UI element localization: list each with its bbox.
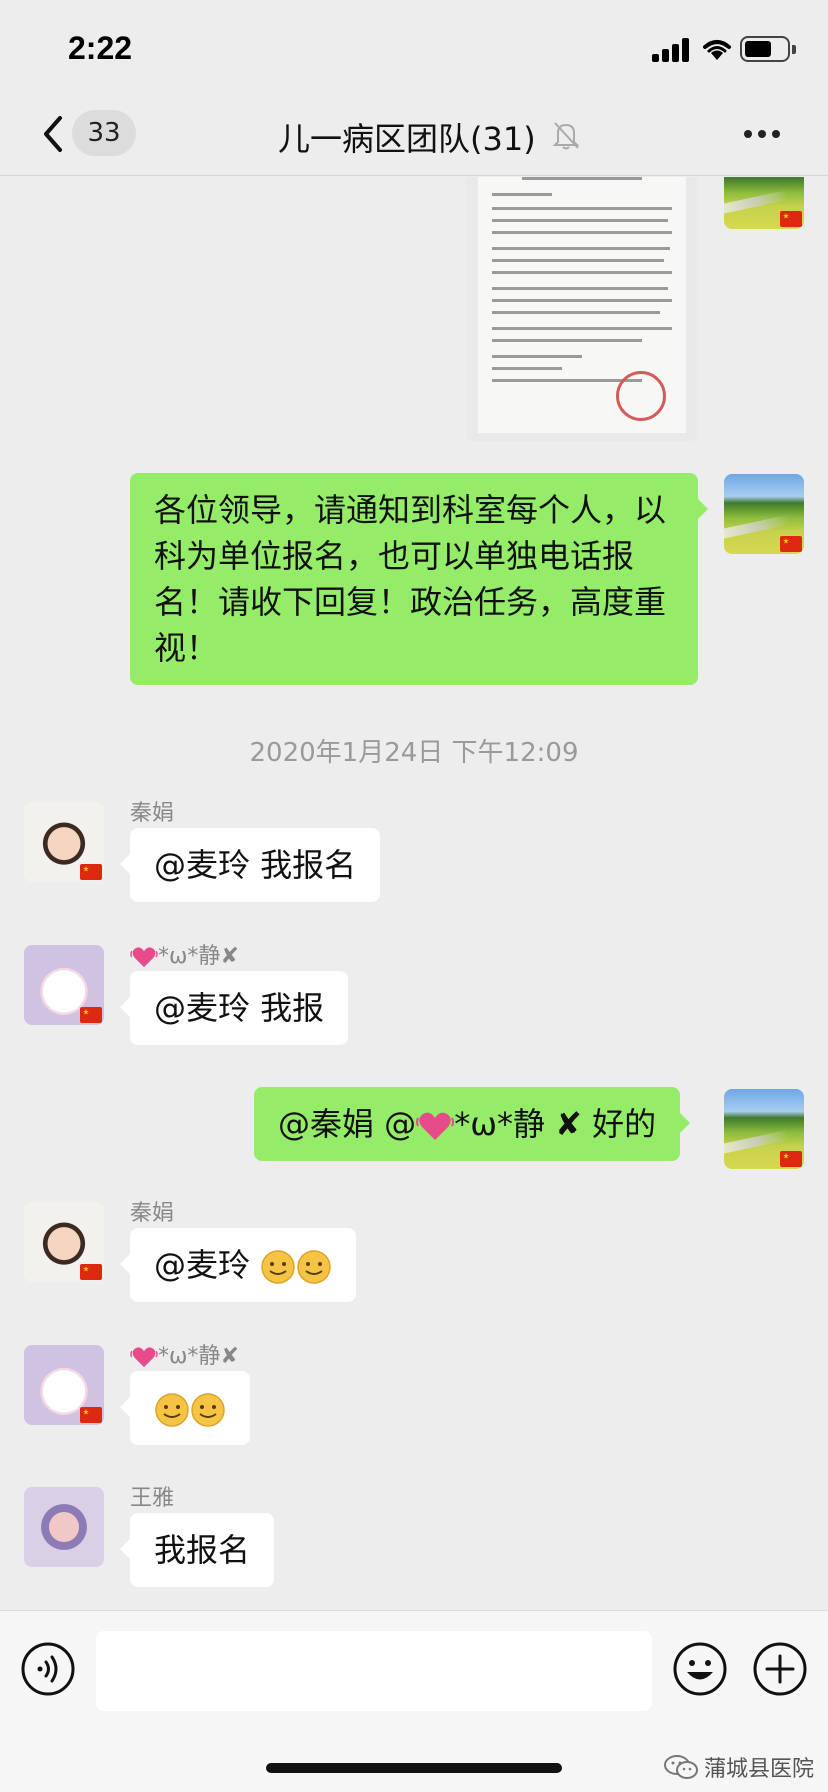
smile-emoji-icon — [191, 1393, 225, 1427]
more-icon[interactable] — [744, 130, 784, 142]
smile-emoji-icon — [155, 1393, 189, 1427]
watermark-text: 蒲城县医院 — [704, 1757, 815, 1782]
sender-name: 王雅 — [130, 1486, 175, 1511]
input-bar: 蒲城县医院 — [0, 1610, 828, 1792]
red-stamp — [616, 371, 666, 421]
bell-off-icon — [552, 122, 580, 150]
sender-name: *ω*静✘ — [130, 938, 239, 970]
sender-name-text: *ω*静 — [158, 1344, 221, 1369]
message-bubble[interactable]: @麦玲 我报 — [119, 971, 349, 1045]
heart-emoji-icon — [130, 947, 158, 968]
watermark: 蒲城县医院 — [664, 1751, 814, 1783]
avatar-jing[interactable] — [24, 1345, 104, 1425]
wechat-logo-icon — [664, 1755, 698, 1779]
emoji-icon[interactable] — [672, 1641, 728, 1697]
message-bubble[interactable]: 我报名 — [119, 1513, 275, 1587]
home-indicator[interactable] — [266, 1763, 562, 1773]
avatar-wang-ya[interactable] — [24, 1487, 104, 1567]
avatar-self[interactable] — [724, 474, 804, 554]
cross-mark-icon: ✘ — [220, 1344, 239, 1369]
smile-emoji-icon — [261, 1250, 295, 1284]
wifi-icon — [703, 40, 731, 60]
cross-mark-icon: ✘ — [545, 1105, 593, 1143]
message-bubble[interactable]: @麦玲 — [119, 1228, 357, 1302]
sender-name-text: *ω*静 — [158, 944, 221, 969]
heart-emoji-icon — [130, 1347, 158, 1368]
plus-icon[interactable] — [752, 1641, 808, 1697]
cross-mark-icon: ✘ — [220, 944, 239, 969]
avatar-self[interactable] — [724, 1089, 804, 1169]
mention-text: *ω*静 — [454, 1105, 545, 1143]
cellular-signal-icon — [652, 38, 692, 62]
avatar-qin-juan[interactable] — [24, 1202, 104, 1282]
chat-messages[interactable]: 各位领导，请通知到科室每个人，以科为单位报名，也可以单独电话报名！请收下回复！政… — [0, 177, 828, 1610]
message-timestamp: 2020年1月24日 下午12:09 — [249, 738, 579, 768]
message-bubble-self[interactable]: @秦娟 @ *ω*静 ✘ 好的 — [254, 1087, 691, 1161]
unread-count-badge[interactable]: 33 — [72, 110, 136, 156]
sender-name: *ω*静✘ — [130, 1338, 239, 1370]
avatar-jing[interactable] — [24, 945, 104, 1025]
smile-emoji-icon — [297, 1250, 331, 1284]
status-bar: 2:22 — [0, 0, 828, 96]
message-bubble[interactable] — [120, 1371, 250, 1445]
mention-text: @麦玲 — [154, 1246, 251, 1284]
avatar-qin-juan[interactable] — [24, 802, 104, 882]
message-input[interactable] — [96, 1631, 652, 1711]
message-bubble[interactable]: @麦玲 我报名 — [119, 828, 381, 902]
status-time: 2:22 — [68, 30, 133, 66]
message-bubble-self[interactable]: 各位领导，请通知到科室每个人，以科为单位报名，也可以单独电话报名！请收下回复！政… — [130, 473, 708, 685]
voice-icon[interactable] — [20, 1641, 76, 1697]
chat-title: 儿一病区团队(31) — [278, 120, 536, 158]
heart-emoji-icon — [416, 1112, 455, 1140]
document-image-message[interactable] — [466, 177, 698, 441]
battery-icon — [740, 36, 796, 62]
avatar-self[interactable] — [724, 177, 804, 229]
reply-text: 好的 — [592, 1105, 657, 1143]
chat-header: 33 儿一病区团队(31) — [0, 96, 828, 176]
mention-text: @秦娟 @ — [278, 1105, 417, 1143]
document-photo — [478, 177, 686, 433]
sender-name: 秦娟 — [130, 1201, 175, 1226]
sender-name: 秦娟 — [130, 801, 175, 826]
chevron-left-icon[interactable] — [38, 114, 68, 154]
